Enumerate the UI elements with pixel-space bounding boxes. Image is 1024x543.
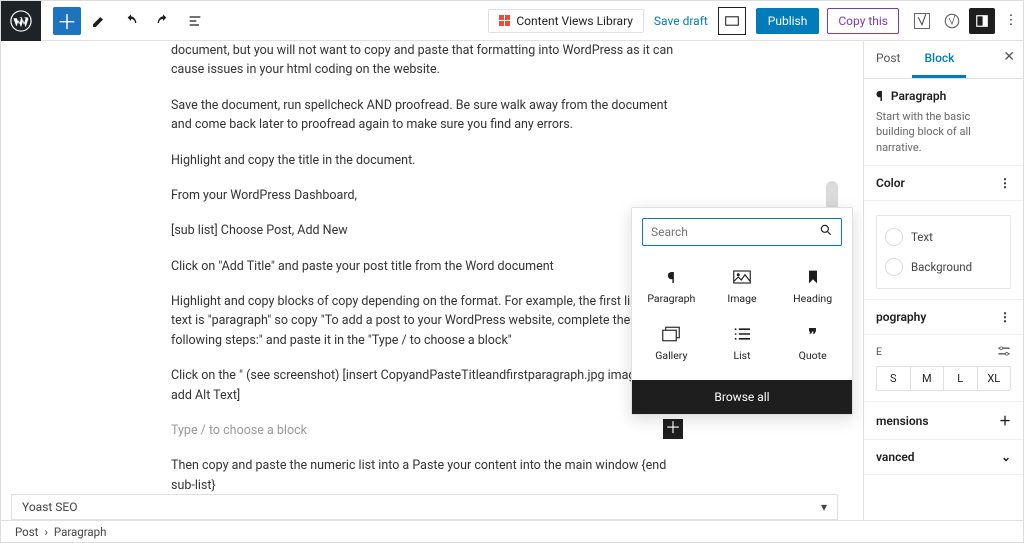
grid-icon <box>499 15 510 26</box>
settings-sidebar-toggle[interactable] <box>969 8 995 34</box>
quote-icon: ❞ <box>808 325 817 343</box>
settings-sidebar: Post Block ✕ ¶ Paragraph Start with the … <box>863 41 1023 522</box>
color-panel[interactable]: Color ⋮ <box>864 166 1023 201</box>
heading-icon <box>806 268 820 286</box>
inserter-gallery[interactable]: Gallery <box>638 317 705 370</box>
inserter-paragraph[interactable]: ¶Paragraph <box>638 260 705 313</box>
dimensions-panel[interactable]: mensions ＋ <box>864 402 1023 440</box>
paragraph-block[interactable]: Then copy and paste the numeric list int… <box>171 456 678 495</box>
undo-icon[interactable] <box>117 7 145 35</box>
yoast-label: Yoast SEO <box>22 500 78 514</box>
plus-icon[interactable]: ＋ <box>999 412 1011 429</box>
inline-inserter-button[interactable]: ＋ <box>663 419 683 439</box>
text-color-option[interactable]: Text <box>885 222 1002 252</box>
yoast-meta-box[interactable]: Yoast SEO ▾ <box>11 494 838 520</box>
preview-button[interactable] <box>718 7 746 35</box>
add-block-button[interactable]: ＋ <box>53 7 81 35</box>
empty-block-placeholder[interactable]: Type / to choose a block ＋ <box>171 421 678 440</box>
inserter-search[interactable] <box>642 218 842 246</box>
breadcrumb-post[interactable]: Post <box>15 525 38 539</box>
sidebar-tabs: Post Block ✕ <box>864 41 1023 79</box>
document-outline-icon[interactable] <box>181 7 209 35</box>
image-icon <box>733 268 751 286</box>
copy-this-button[interactable]: Copy this <box>827 8 899 34</box>
advanced-panel[interactable]: vanced ⌄ <box>864 440 1023 475</box>
size-m[interactable]: M <box>911 367 945 390</box>
paragraph-block[interactable]: Highlight and copy blocks of copy depend… <box>171 292 678 350</box>
breadcrumb-block[interactable]: Paragraph <box>54 525 107 539</box>
top-toolbar: ＋ Content Views Library Save draft Publi… <box>1 1 1023 41</box>
typography-panel[interactable]: pography ⋮ <box>864 300 1023 335</box>
more-options-icon[interactable]: ⋮ <box>999 13 1023 28</box>
color-swatch-icon <box>885 258 903 276</box>
block-description: ¶ Paragraph Start with the basic buildin… <box>864 79 1023 166</box>
paragraph-block[interactable]: document, but you will not want to copy … <box>171 41 678 80</box>
search-input[interactable] <box>651 225 819 239</box>
paragraph-block[interactable]: Highlight and copy the title in the docu… <box>171 151 678 170</box>
font-size-picker[interactable]: S M L XL <box>876 366 1011 391</box>
paragraph-icon: ¶ <box>876 89 883 105</box>
block-breadcrumb: Post › Paragraph <box>1 520 1023 542</box>
paragraph-block[interactable]: [sub list] Choose Post, Add New <box>171 221 678 240</box>
more-icon[interactable]: ⋮ <box>999 176 1011 190</box>
chevron-down-icon: ⌄ <box>1001 450 1011 464</box>
content-views-label: Content Views Library <box>516 14 633 28</box>
settings-icon[interactable] <box>997 345 1011 360</box>
background-color-option[interactable]: Background <box>885 252 1002 282</box>
paragraph-icon: ¶ <box>667 268 675 286</box>
list-icon <box>734 325 750 343</box>
chevron-down-icon: ▾ <box>821 500 827 514</box>
more-icon[interactable]: ⋮ <box>999 310 1011 324</box>
tab-block[interactable]: Block <box>912 41 966 78</box>
block-inserter-popup: ¶Paragraph Image Heading Gallery List ❞Q… <box>631 207 853 415</box>
size-s[interactable]: S <box>877 367 911 390</box>
plugin-icon[interactable] <box>939 8 965 34</box>
chevron-right-icon: › <box>44 525 47 539</box>
paragraph-block[interactable]: From your WordPress Dashboard, <box>171 186 678 205</box>
color-swatch-icon <box>885 228 903 246</box>
size-label: E <box>876 345 882 360</box>
inserter-list[interactable]: List <box>709 317 776 370</box>
save-draft-link[interactable]: Save draft <box>654 14 708 28</box>
block-name: Paragraph <box>891 89 946 105</box>
browse-all-button[interactable]: Browse all <box>632 380 852 414</box>
publish-button[interactable]: Publish <box>756 8 820 34</box>
inserter-image[interactable]: Image <box>709 260 776 313</box>
placeholder-text: Type / to choose a block <box>171 423 307 438</box>
paragraph-block[interactable]: Save the document, run spellcheck AND pr… <box>171 96 678 135</box>
gallery-icon <box>662 325 680 343</box>
inserter-quote[interactable]: ❞Quote <box>779 317 846 370</box>
edit-icon[interactable] <box>85 7 113 35</box>
yoast-icon[interactable] <box>909 8 935 34</box>
redo-icon[interactable] <box>149 7 177 35</box>
inserter-heading[interactable]: Heading <box>779 260 846 313</box>
size-xl[interactable]: XL <box>978 367 1011 390</box>
wordpress-logo[interactable] <box>1 1 41 41</box>
paragraph-block[interactable]: Click on the " (see screenshot) [insert … <box>171 366 678 405</box>
search-icon <box>819 223 833 241</box>
content-views-button[interactable]: Content Views Library <box>488 9 644 33</box>
paragraph-block[interactable]: Click on "Add Title" and paste your post… <box>171 257 678 276</box>
close-icon[interactable]: ✕ <box>1003 49 1015 65</box>
size-l[interactable]: L <box>944 367 978 390</box>
tab-post[interactable]: Post <box>864 41 912 78</box>
block-desc: Start with the basic building block of a… <box>876 109 1011 155</box>
